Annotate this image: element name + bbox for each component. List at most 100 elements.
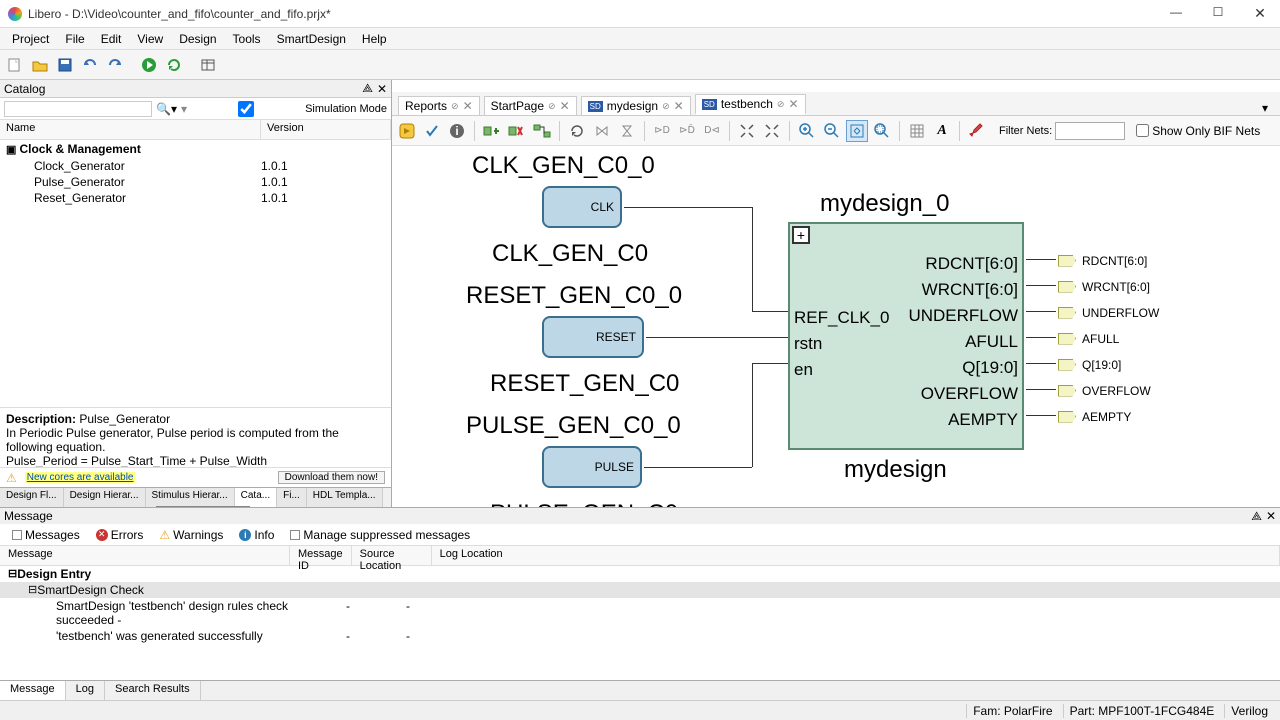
msg-tab-message[interactable]: Message [0,681,66,700]
ext-port-q[interactable]: Q[19:0] [1058,354,1121,374]
search-options-icon[interactable]: 🔍▾ [156,102,177,116]
port-underflow[interactable]: UNDERFLOW [908,306,1018,326]
tab-stimulus-hierarchy[interactable]: Stimulus Hierar... [146,488,235,507]
collapse-icon[interactable] [761,120,783,142]
doc-tab-startpage[interactable]: StartPage⊘✕ [484,96,577,115]
panel-float-icon[interactable]: ⟁ [1251,509,1262,524]
ext-port-overflow[interactable]: OVERFLOW [1058,380,1151,400]
menu-smartdesign[interactable]: SmartDesign [269,30,354,48]
zoom-fit-icon[interactable] [846,120,868,142]
menu-tools[interactable]: Tools [225,30,269,48]
msg-tab-search[interactable]: Search Results [105,681,201,700]
catalog-item[interactable]: Clock_Generator1.0.1 [0,158,391,174]
msg-col-id[interactable]: Message ID [290,546,352,565]
message-row[interactable]: 'testbench' was generated successfully -… [0,628,1280,644]
catalog-search-input[interactable] [4,101,152,117]
catalog-item[interactable]: Reset_Generator1.0.1 [0,190,391,206]
catalog-col-name[interactable]: Name [0,120,261,139]
generate-icon[interactable] [396,120,418,142]
flip-h-icon[interactable] [591,120,613,142]
connect-icon[interactable] [531,120,553,142]
text-icon[interactable]: A [931,120,953,142]
menu-help[interactable]: Help [354,30,395,48]
message-body[interactable]: ⊟ Design Entry ⊟ SmartDesign Check Smart… [0,566,1280,680]
redo-icon[interactable] [104,54,126,76]
zoom-in-icon[interactable] [796,120,818,142]
rotate-icon[interactable] [566,120,588,142]
show-bif-checkbox[interactable] [1136,124,1149,137]
pin-d2-icon[interactable]: ⊳D̄ [676,120,698,142]
tab-catalog[interactable]: Cata... [235,488,277,507]
schematic-icon[interactable] [197,54,219,76]
new-cores-link[interactable]: New cores are available [25,472,136,483]
filter-errors[interactable]: ✕Errors [92,527,148,543]
ext-port-aempty[interactable]: AEMPTY [1058,406,1131,426]
download-cores-button[interactable]: Download them now! [278,471,385,484]
filter-warnings[interactable]: ⚠Warnings [155,527,227,543]
reset-gen-block[interactable]: RESET [542,316,644,358]
show-bif-label[interactable]: Show Only BIF Nets [1136,124,1260,138]
simulation-mode-checkbox[interactable] [191,101,301,117]
refresh-icon[interactable] [163,54,185,76]
mydesign-block[interactable]: + REF_CLK_0 rstn en RDCNT[6:0] WRCNT[6:0… [788,222,1024,450]
highlight-icon[interactable] [966,120,988,142]
message-row[interactable]: SmartDesign 'testbench' design rules che… [0,598,1280,628]
msg-col-log[interactable]: Log Location [432,546,1280,565]
port-overflow[interactable]: OVERFLOW [921,384,1018,404]
port-refclk[interactable]: REF_CLK_0 [794,308,889,328]
pin-d3-icon[interactable]: D⊲ [701,120,723,142]
port-rdcnt[interactable]: RDCNT[6:0] [925,254,1018,274]
msg-tab-log[interactable]: Log [66,681,105,700]
search-clear-icon[interactable]: ▾ [181,102,187,116]
pulse-gen-block[interactable]: PULSE [542,446,642,488]
zoom-selection-icon[interactable] [871,120,893,142]
port-en[interactable]: en [794,360,813,380]
panel-float-icon[interactable]: ⟁ [362,81,373,96]
menu-design[interactable]: Design [171,30,224,48]
save-icon[interactable] [54,54,76,76]
doc-tab-reports[interactable]: Reports⊘✕ [398,96,480,115]
catalog-col-version[interactable]: Version [261,120,391,139]
maximize-button[interactable]: ☐ [1206,5,1230,22]
filter-manage[interactable]: Manage suppressed messages [286,527,474,543]
menu-project[interactable]: Project [4,30,57,48]
ext-port-rdcnt[interactable]: RDCNT[6:0] [1058,250,1147,270]
message-subgroup[interactable]: ⊟ SmartDesign Check [0,582,1280,598]
pin-d-icon[interactable]: ⊳D [651,120,673,142]
menu-edit[interactable]: Edit [93,30,130,48]
port-rstn[interactable]: rstn [794,334,822,354]
ext-port-wrcnt[interactable]: WRCNT[6:0] [1058,276,1150,296]
expand-icon[interactable] [736,120,758,142]
info-icon[interactable]: i [446,120,468,142]
port-afull[interactable]: AFULL [965,332,1018,352]
flip-v-icon[interactable] [616,120,638,142]
msg-col-message[interactable]: Message [0,546,290,565]
close-icon[interactable]: ✕ [463,99,473,113]
check-icon[interactable] [421,120,443,142]
minimize-button[interactable]: — [1164,5,1188,22]
ext-port-underflow[interactable]: UNDERFLOW [1058,302,1159,322]
message-group[interactable]: ⊟ Design Entry [0,566,1280,582]
close-icon[interactable]: ✕ [560,99,570,113]
new-project-icon[interactable] [4,54,26,76]
menu-file[interactable]: File [57,30,92,48]
doc-tab-testbench[interactable]: SDtestbench⊘✕ [695,94,806,115]
remove-port-icon[interactable] [506,120,528,142]
catalog-group[interactable]: ▣ Clock & Management [0,140,391,158]
filter-messages[interactable]: Messages [8,527,84,543]
tab-design-flow[interactable]: Design Fl... [0,488,64,507]
undo-icon[interactable] [79,54,101,76]
add-port-icon[interactable] [481,120,503,142]
panel-close-icon[interactable]: ✕ [1266,509,1276,523]
clk-gen-block[interactable]: CLK [542,186,622,228]
schematic-canvas[interactable]: CLK_GEN_C0_0 CLK CLK_GEN_C0 RESET_GEN_C0… [392,146,1280,507]
tab-files[interactable]: Fi... [277,488,307,507]
filter-info[interactable]: iInfo [235,527,278,543]
catalog-item[interactable]: Pulse_Generator1.0.1 [0,174,391,190]
msg-col-src[interactable]: Source Location [352,546,432,565]
menu-view[interactable]: View [129,30,171,48]
port-aempty[interactable]: AEMPTY [948,410,1018,430]
catalog-tree[interactable]: ▣ Clock & Management Clock_Generator1.0.… [0,140,391,407]
panel-close-icon[interactable]: ✕ [377,82,387,96]
port-wrcnt[interactable]: WRCNT[6:0] [922,280,1018,300]
